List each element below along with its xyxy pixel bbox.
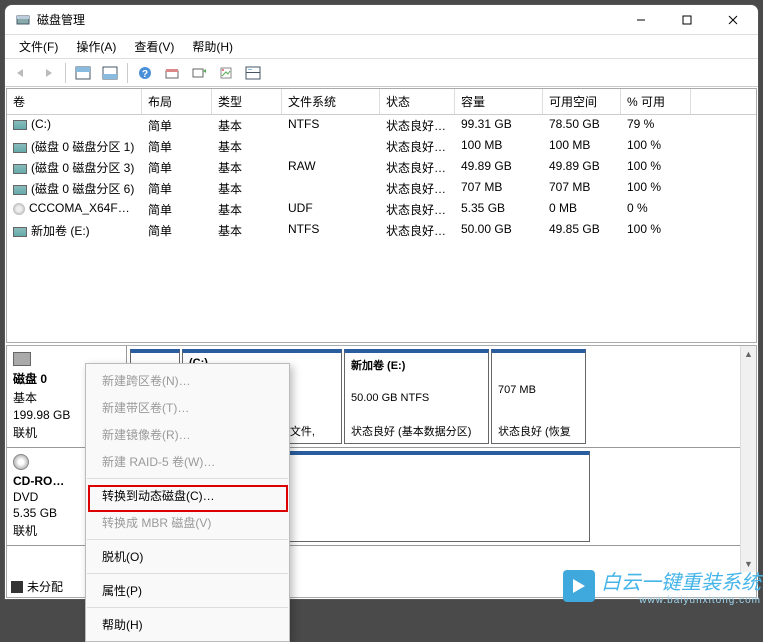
view-top-button[interactable] [71, 62, 95, 84]
volume-list-body: (C:)简单基本NTFS状态良好 (…99.31 GB78.50 GB79 %(… [7, 115, 756, 241]
refresh-button[interactable] [187, 62, 211, 84]
table-row[interactable]: 新加卷 (E:)简单基本NTFS状态良好 (…50.00 GB49.85 GB1… [7, 220, 756, 241]
menu-file[interactable]: 文件(F) [11, 36, 66, 57]
volume-icon [13, 203, 25, 215]
col-capacity[interactable]: 容量 [455, 89, 543, 114]
col-freespace[interactable]: 可用空间 [543, 89, 621, 114]
svg-text:?: ? [142, 69, 148, 80]
table-row[interactable]: CCCOMA_X64FR…简单基本UDF状态良好 (…5.35 GB0 MB0 … [7, 199, 756, 220]
menu-separator [87, 573, 288, 574]
context-menu-item: 新建 RAID-5 卷(W)… [86, 448, 289, 475]
disk-icon [13, 454, 29, 470]
help-button[interactable]: ? [133, 62, 157, 84]
menu-action[interactable]: 操作(A) [68, 36, 124, 57]
menu-separator [87, 539, 288, 540]
disk-icon [13, 352, 31, 366]
legend-swatch-unallocated [11, 581, 23, 593]
legend-label-unallocated: 未分配 [27, 578, 63, 595]
rescan-button[interactable] [241, 62, 265, 84]
volume-icon [13, 185, 27, 195]
volume-icon [13, 143, 27, 153]
context-menu-item: 新建跨区卷(N)… [86, 367, 289, 394]
titlebar: 磁盘管理 [5, 5, 758, 35]
properties-button[interactable] [214, 62, 238, 84]
menubar: 文件(F) 操作(A) 查看(V) 帮助(H) [5, 35, 758, 59]
context-menu-item[interactable]: 脱机(O) [86, 543, 289, 570]
table-row[interactable]: (磁盘 0 磁盘分区 1)简单基本状态良好 (…100 MB100 MB100 … [7, 136, 756, 157]
view-bottom-button[interactable] [98, 62, 122, 84]
col-layout[interactable]: 布局 [142, 89, 212, 114]
volume-icon [13, 227, 27, 237]
volume-list-header: 卷 布局 类型 文件系统 状态 容量 可用空间 % 可用 [7, 89, 756, 115]
disk-context-menu: 新建跨区卷(N)…新建带区卷(T)…新建镜像卷(R)…新建 RAID-5 卷(W… [85, 363, 290, 642]
watermark: 白云一键重装系统 www.baiyunxitong.com [563, 566, 761, 606]
scroll-up-icon[interactable]: ▲ [741, 346, 756, 362]
context-menu-item: 新建镜像卷(R)… [86, 421, 289, 448]
menu-separator [87, 478, 288, 479]
col-type[interactable]: 类型 [212, 89, 282, 114]
table-row[interactable]: (磁盘 0 磁盘分区 3)简单基本RAW状态良好 (…49.89 GB49.89… [7, 157, 756, 178]
table-row[interactable]: (磁盘 0 磁盘分区 6)简单基本状态良好 (…707 MB707 MB100 … [7, 178, 756, 199]
settings-button[interactable] [160, 62, 184, 84]
separator [65, 63, 66, 83]
forward-button [36, 62, 60, 84]
scrollbar-vertical[interactable]: ▲ ▼ [740, 346, 756, 572]
context-menu-item[interactable]: 属性(P) [86, 577, 289, 604]
watermark-url: www.baiyunxitong.com [601, 595, 761, 606]
minimize-button[interactable] [618, 5, 664, 35]
watermark-text: 白云一键重装系统 [601, 566, 761, 595]
toolbar: ? [5, 59, 758, 87]
partition[interactable]: 707 MB状态良好 (恢复 [491, 349, 586, 444]
context-menu-item: 转换成 MBR 磁盘(V) [86, 509, 289, 536]
back-button [9, 62, 33, 84]
app-icon [15, 12, 31, 28]
menu-view[interactable]: 查看(V) [126, 36, 182, 57]
col-status[interactable]: 状态 [380, 89, 455, 114]
watermark-icon [563, 570, 595, 602]
col-volume[interactable]: 卷 [7, 89, 142, 114]
menu-separator [87, 607, 288, 608]
context-menu-item: 新建带区卷(T)… [86, 394, 289, 421]
volume-icon [13, 164, 27, 174]
context-menu-item[interactable]: 转换到动态磁盘(C)… [86, 482, 289, 509]
volume-icon [13, 120, 27, 130]
partition[interactable]: 新加卷 (E:)50.00 GB NTFS状态良好 (基本数据分区) [344, 349, 489, 444]
col-pctfree[interactable]: % 可用 [621, 89, 691, 114]
menu-help[interactable]: 帮助(H) [184, 36, 241, 57]
maximize-button[interactable] [664, 5, 710, 35]
legend: 未分配 [11, 578, 63, 595]
table-row[interactable]: (C:)简单基本NTFS状态良好 (…99.31 GB78.50 GB79 % [7, 115, 756, 136]
separator [127, 63, 128, 83]
col-filesystem[interactable]: 文件系统 [282, 89, 380, 114]
window-title: 磁盘管理 [37, 11, 618, 28]
close-button[interactable] [710, 5, 756, 35]
window-controls [618, 5, 756, 35]
volume-list: 卷 布局 类型 文件系统 状态 容量 可用空间 % 可用 (C:)简单基本NTF… [6, 88, 757, 343]
context-menu-item[interactable]: 帮助(H) [86, 611, 289, 638]
